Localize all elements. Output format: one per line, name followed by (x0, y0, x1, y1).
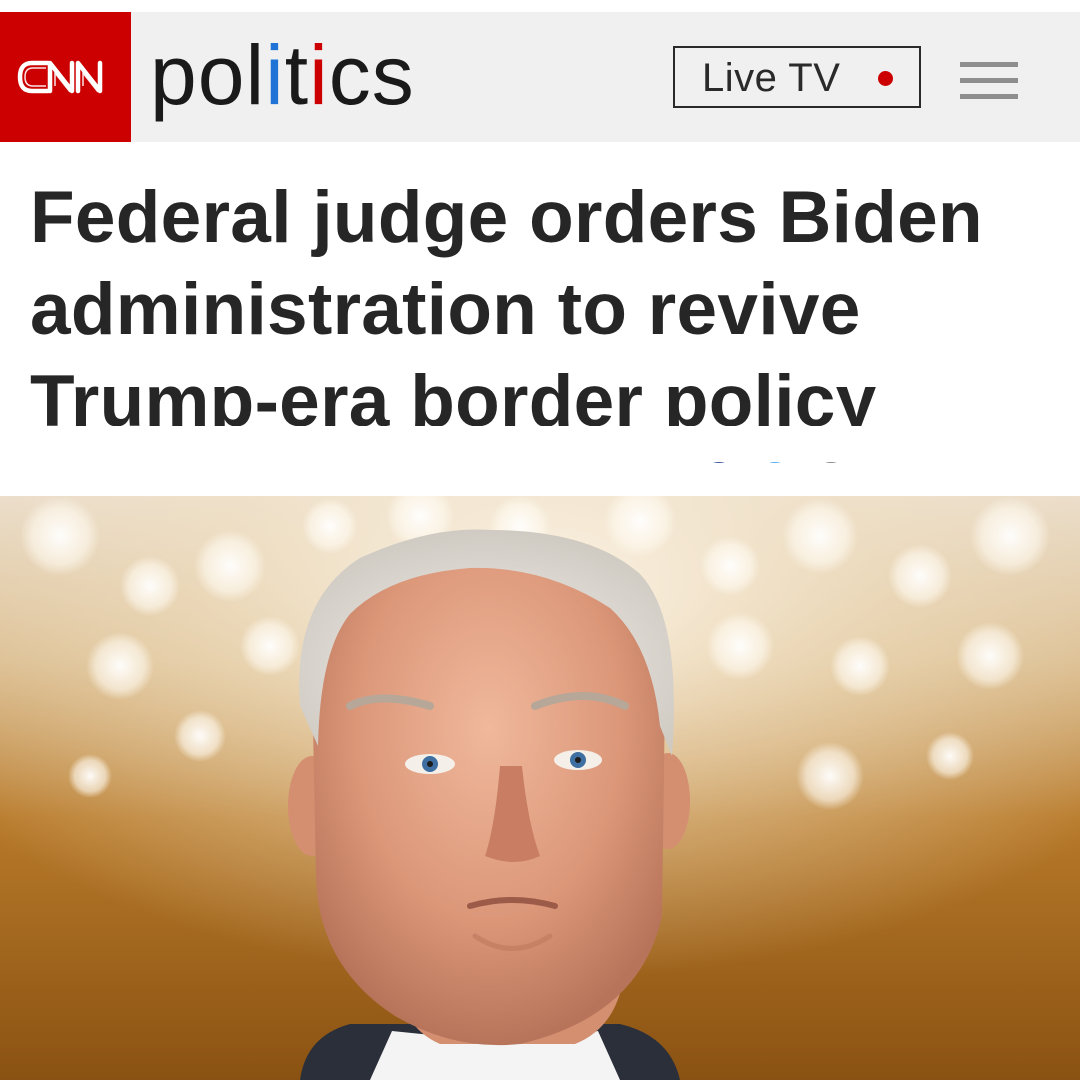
cnn-logo-mark (17, 60, 102, 94)
cnn-logo[interactable] (0, 12, 131, 142)
share-bar-mask (0, 426, 1080, 462)
article-headline: Federal judge orders Biden administratio… (30, 177, 983, 442)
live-tv-button[interactable]: Live TV (673, 46, 921, 108)
section-letter: i (265, 28, 285, 122)
live-indicator-icon (878, 71, 893, 86)
section-letter: i (309, 28, 329, 122)
top-strip (0, 0, 1080, 12)
hamburger-menu-icon[interactable] (960, 62, 1018, 102)
section-letter: s (371, 28, 415, 122)
section-letter: p (150, 28, 198, 122)
site-header: politics Live TV (0, 12, 1080, 142)
menu-bar (960, 62, 1018, 67)
section-title[interactable]: politics (150, 30, 415, 120)
hero-photo-illustration (0, 496, 1080, 1080)
menu-bar (960, 78, 1018, 83)
menu-bar (960, 94, 1018, 99)
section-letter: c (328, 28, 372, 122)
hero-image (0, 496, 1080, 1080)
section-letter: l (245, 28, 266, 122)
section-letter: o (197, 28, 246, 122)
section-letter: t (284, 28, 310, 122)
live-tv-label: Live TV (702, 56, 841, 100)
